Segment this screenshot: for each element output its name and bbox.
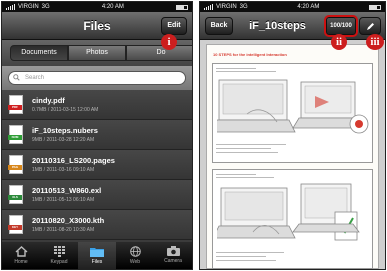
signal-icon [6,4,15,10]
carrier-name: VIRGIN [18,4,39,10]
file-row[interactable]: PDF cindy.pdf 0.7MB / 2011-03-15 12:00 A… [2,90,192,120]
folder-icon [90,248,104,257]
tab-keypad[interactable]: Keypad [40,242,78,269]
search-input[interactable]: Search [8,71,186,85]
carrier-name: VIRGIN [216,4,237,10]
search-bar: Search [2,66,192,90]
keypad-icon [53,246,65,257]
tab-bar: Home Keypad Files Web Camera [2,242,192,269]
pencil-icon [366,23,374,30]
file-meta: 0.7MB / 2011-03-15 12:00 AM [32,107,99,113]
file-name: iF_10steps.nubers [32,126,98,135]
search-icon [13,74,20,81]
tab-label: Keypad [50,259,68,265]
file-row[interactable]: KEY 20110820_X3000.kth 1MB / 2011-08-20 … [2,210,192,240]
callout-marker-iii: iii [366,34,384,50]
laptop-illustration [217,79,369,134]
pages-file-icon: PAG [8,155,23,174]
back-button[interactable]: Back [205,17,233,35]
file-name: 20110316_LS200.pages [32,156,115,165]
viewer-navbar: Back iF_10steps 100/100 [200,12,385,40]
file-row[interactable]: NUM iF_10steps.nubers 9MB / 2011-03-28 1… [2,120,192,150]
callout-marker-ii: ii [331,34,347,50]
document-title: iF_10steps [249,20,306,32]
keynote-file-icon: KEY [8,215,23,234]
document-viewer-screen: VIRGIN 3G 4:20 AM Back iF_10steps 100/10… [199,1,386,270]
annotate-button[interactable] [359,17,381,35]
signal-icon [204,4,213,10]
file-meta: 9MB / 2011-03-28 12:20 AM [32,137,95,143]
file-name: cindy.pdf [32,96,65,105]
file-meta: 1MB / 2011-05-13 06:10 AM [32,197,95,203]
tab-label: Home [14,259,28,265]
edit-button[interactable]: Edit [161,17,187,35]
tab-label: Web [129,259,141,265]
tab-web[interactable]: Web [116,242,154,269]
camera-icon [166,246,180,256]
laptop-illustration [217,183,360,241]
files-screen: VIRGIN 3G 4:20 AM Files Edit i Documents… [1,1,193,270]
segment-photos[interactable]: Photos [68,45,126,61]
file-row[interactable]: XLS 20110513_W860.exl 1MB / 2011-05-13 0… [2,180,192,210]
page-counter-button[interactable]: 100/100 [324,15,358,37]
network-type: 3G [239,4,248,10]
file-meta: 1MB / 2011-08-20 10:30 AM [32,227,95,233]
battery-icon [175,4,188,10]
numbers-file-icon: NUM [8,125,23,144]
tab-label: Camera [164,258,182,264]
file-name: 20110820_X3000.kth [32,216,105,225]
step-illustration [212,169,373,269]
excel-file-icon: XLS [8,185,23,204]
callout-marker-i: i [161,34,177,50]
status-time: 4:20 AM [101,4,124,10]
file-meta: 1MB / 2011-03-16 09:10 AM [32,167,95,173]
status-bar: VIRGIN 3G 4:20 AM [2,2,192,12]
document-canvas[interactable]: 10 STEPS for the intelligent Interaction [200,40,385,269]
pdf-file-icon: PDF [8,95,23,114]
network-type: 3G [41,4,50,10]
file-list: PDF cindy.pdf 0.7MB / 2011-03-15 12:00 A… [2,90,192,243]
file-row[interactable]: PAG 20110316_LS200.pages 1MB / 2011-03-1… [2,150,192,180]
home-icon [15,246,27,257]
file-name: 20110513_W860.exl [32,186,102,195]
tab-files[interactable]: Files [78,242,116,269]
segment-documents[interactable]: Documents [10,45,68,61]
document-heading: 10 STEPS for the intelligent Interaction [213,52,287,57]
step-illustration [212,63,373,163]
status-time: 4:20 AM [297,4,320,10]
globe-icon [129,246,141,257]
segment-third[interactable]: Do [126,45,192,61]
tab-camera[interactable]: Camera [154,242,192,269]
battery-icon [368,4,381,10]
tab-home[interactable]: Home [2,242,40,269]
document-page[interactable]: 10 STEPS for the intelligent Interaction [206,44,379,269]
status-bar: VIRGIN 3G 4:20 AM [200,2,385,12]
tab-label: Files [91,259,103,265]
